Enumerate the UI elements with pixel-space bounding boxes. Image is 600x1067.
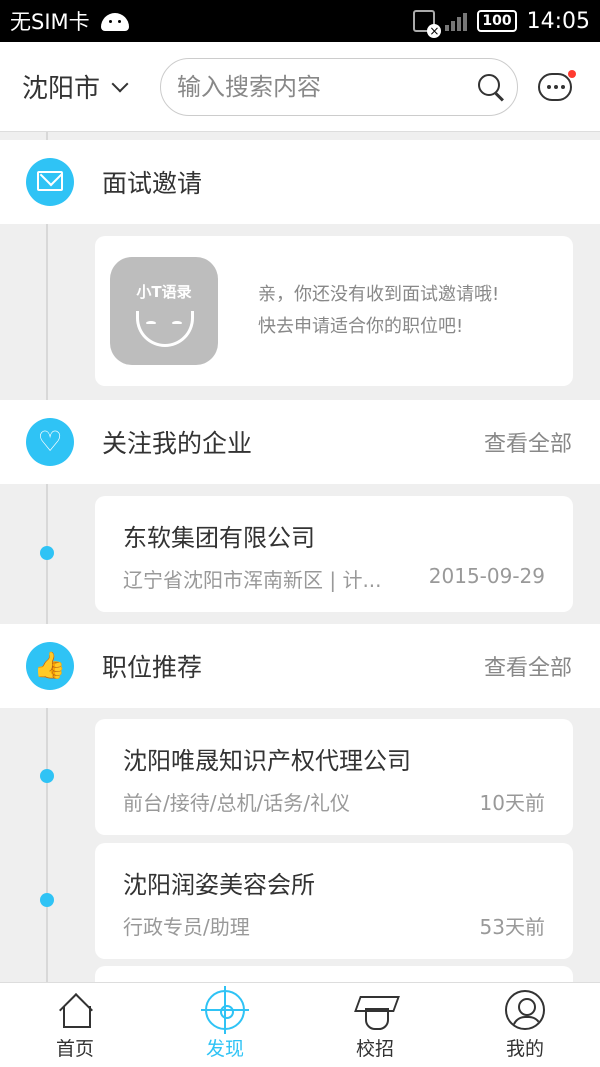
job-company: 沈阳润姿美容会所 [123,871,315,899]
job-posted-time: 10天前 [479,791,545,815]
bottom-nav: 首页 发现 校招 我的 [0,982,600,1067]
search-input[interactable] [177,72,477,101]
nav-label: 首页 [55,1037,94,1060]
nav-label: 校招 [355,1037,394,1060]
section-title: 关注我的企业 [102,429,253,458]
thumbs-up-icon: 👍 [26,642,74,690]
signal-icon [445,11,468,31]
job-company: 沈阳唯晟知识产权代理公司 [123,747,411,775]
sim-error-icon [413,10,442,38]
job-card[interactable]: 沈阳润姿美容会所 行政专员/助理 53天前 [95,843,573,959]
timeline-dot [40,546,54,560]
interview-empty-card: 小T语录 亲，你还没有收到面试邀请哦! 快去申请适合你的职位吧! [95,236,573,386]
city-label: 沈阳市 [22,74,101,104]
follow-date: 2015-09-29 [428,564,545,588]
timeline-dot [40,769,54,783]
company-info: 辽宁省沈阳市浑南新区 | 计... [123,568,382,592]
carrier-label: 无SIM卡 [10,10,90,34]
job-position: 前台/接待/总机/话务/礼仪 [123,791,350,815]
job-position: 行政专员/助理 [123,915,250,939]
home-icon [55,990,95,1030]
mail-icon [26,158,74,206]
nav-label: 发现 [205,1037,244,1060]
status-bar: 无SIM卡 100 14:05 [0,0,600,42]
heart-icon: ♡ [26,418,74,466]
mascot-face [136,311,194,347]
chevron-down-icon [111,75,129,92]
graduation-cap-icon [355,990,395,1030]
nav-campus[interactable]: 校招 [300,983,450,1067]
recommend-section-header: 👍 职位推荐 查看全部 [0,624,600,708]
empty-message-line: 亲，你还没有收到面试邀请哦! [258,284,500,305]
search-icon[interactable] [477,73,501,101]
clock: 14:05 [526,8,590,34]
section-title: 职位推荐 [102,653,203,682]
empty-message-line: 快去申请适合你的职位吧! [258,316,464,337]
battery-icon: 100 [477,10,517,32]
mascot-image: 小T语录 [110,257,218,365]
section-title: 面试邀请 [102,169,203,198]
followed-section-header: ♡ 关注我的企业 查看全部 [0,400,600,484]
mascot-label: 小T语录 [136,283,192,301]
company-name: 东软集团有限公司 [123,524,315,552]
nav-label: 我的 [505,1037,544,1060]
messages-button[interactable] [538,69,576,104]
job-posted-time: 53天前 [479,915,545,939]
notification-dot [568,69,576,78]
nav-discover[interactable]: 发现 [150,983,300,1067]
city-selector[interactable]: 沈阳市 [0,68,160,105]
profile-icon [505,989,545,1030]
empty-message: 亲，你还没有收到面试邀请哦! 快去申请适合你的职位吧! [258,279,499,343]
nav-profile[interactable]: 我的 [450,983,600,1067]
view-all-link[interactable]: 查看全部 [484,650,572,682]
job-card[interactable]: 沈阳唯晟知识产权代理公司 前台/接待/总机/话务/礼仪 10天前 [95,719,573,835]
chat-dots [547,84,551,89]
company-card[interactable]: 东软集团有限公司 辽宁省沈阳市浑南新区 | 计... 2015-09-29 [95,496,573,612]
nav-home[interactable]: 首页 [0,983,150,1067]
timeline-dot [40,893,54,907]
android-icon [100,11,130,31]
interview-section-header: 面试邀请 [0,140,600,224]
chat-bubble-icon [538,72,572,101]
top-header: 沈阳市 [0,42,600,132]
discover-icon [201,985,249,1034]
search-box[interactable] [160,57,518,116]
view-all-link[interactable]: 查看全部 [484,426,572,458]
